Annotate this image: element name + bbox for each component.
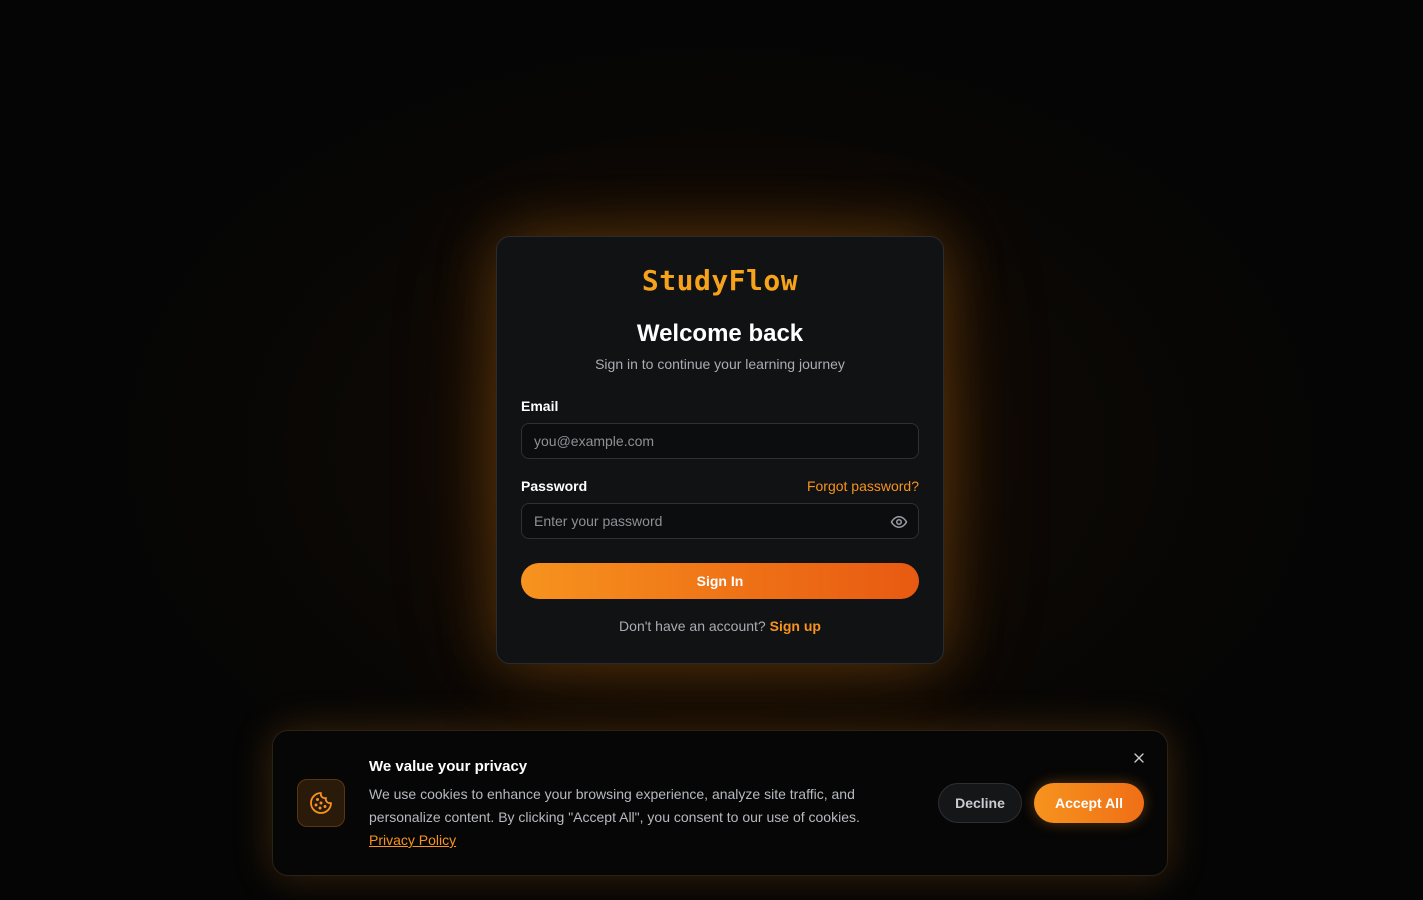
cookie-icon-container (297, 779, 345, 827)
password-label: Password (521, 478, 588, 494)
decline-button[interactable]: Decline (938, 783, 1022, 823)
signup-row: Don't have an account? Sign up (521, 617, 919, 635)
login-card: StudyFlow Welcome back Sign in to contin… (496, 236, 944, 664)
password-label-row: Password Forgot password? (521, 477, 919, 495)
email-group: Email (521, 397, 919, 459)
close-icon[interactable] (1131, 750, 1147, 766)
page-title: Welcome back (636, 320, 804, 347)
privacy-policy-link[interactable]: Privacy Policy (369, 832, 456, 848)
sign-in-button[interactable]: Sign In (521, 563, 919, 599)
password-group: Password Forgot password? (521, 477, 919, 539)
cookie-body: We use cookies to enhance your browsing … (369, 783, 909, 852)
cookie-icon (310, 792, 332, 814)
cookie-text: We value your privacy We use cookies to … (369, 757, 909, 852)
cookie-title: We value your privacy (369, 758, 528, 775)
eye-icon[interactable] (890, 513, 908, 531)
page-subtitle: Sign in to continue your learning journe… (595, 356, 845, 372)
email-field[interactable] (522, 424, 918, 458)
brand-logo[interactable]: StudyFlow (521, 263, 919, 299)
email-label-row: Email (521, 397, 919, 415)
email-input-wrapper (521, 423, 919, 459)
cookie-banner: We value your privacy We use cookies to … (272, 730, 1168, 876)
password-input-wrapper (521, 503, 919, 539)
signup-prompt: Don't have an account? (619, 618, 766, 634)
cookie-description: We use cookies to enhance your browsing … (369, 786, 860, 825)
accept-all-button[interactable]: Accept All (1034, 783, 1144, 823)
sign-up-link[interactable]: Sign up (770, 618, 821, 634)
email-label: Email (521, 398, 559, 414)
forgot-password-link[interactable]: Forgot password? (807, 478, 919, 494)
password-field[interactable] (522, 504, 918, 538)
